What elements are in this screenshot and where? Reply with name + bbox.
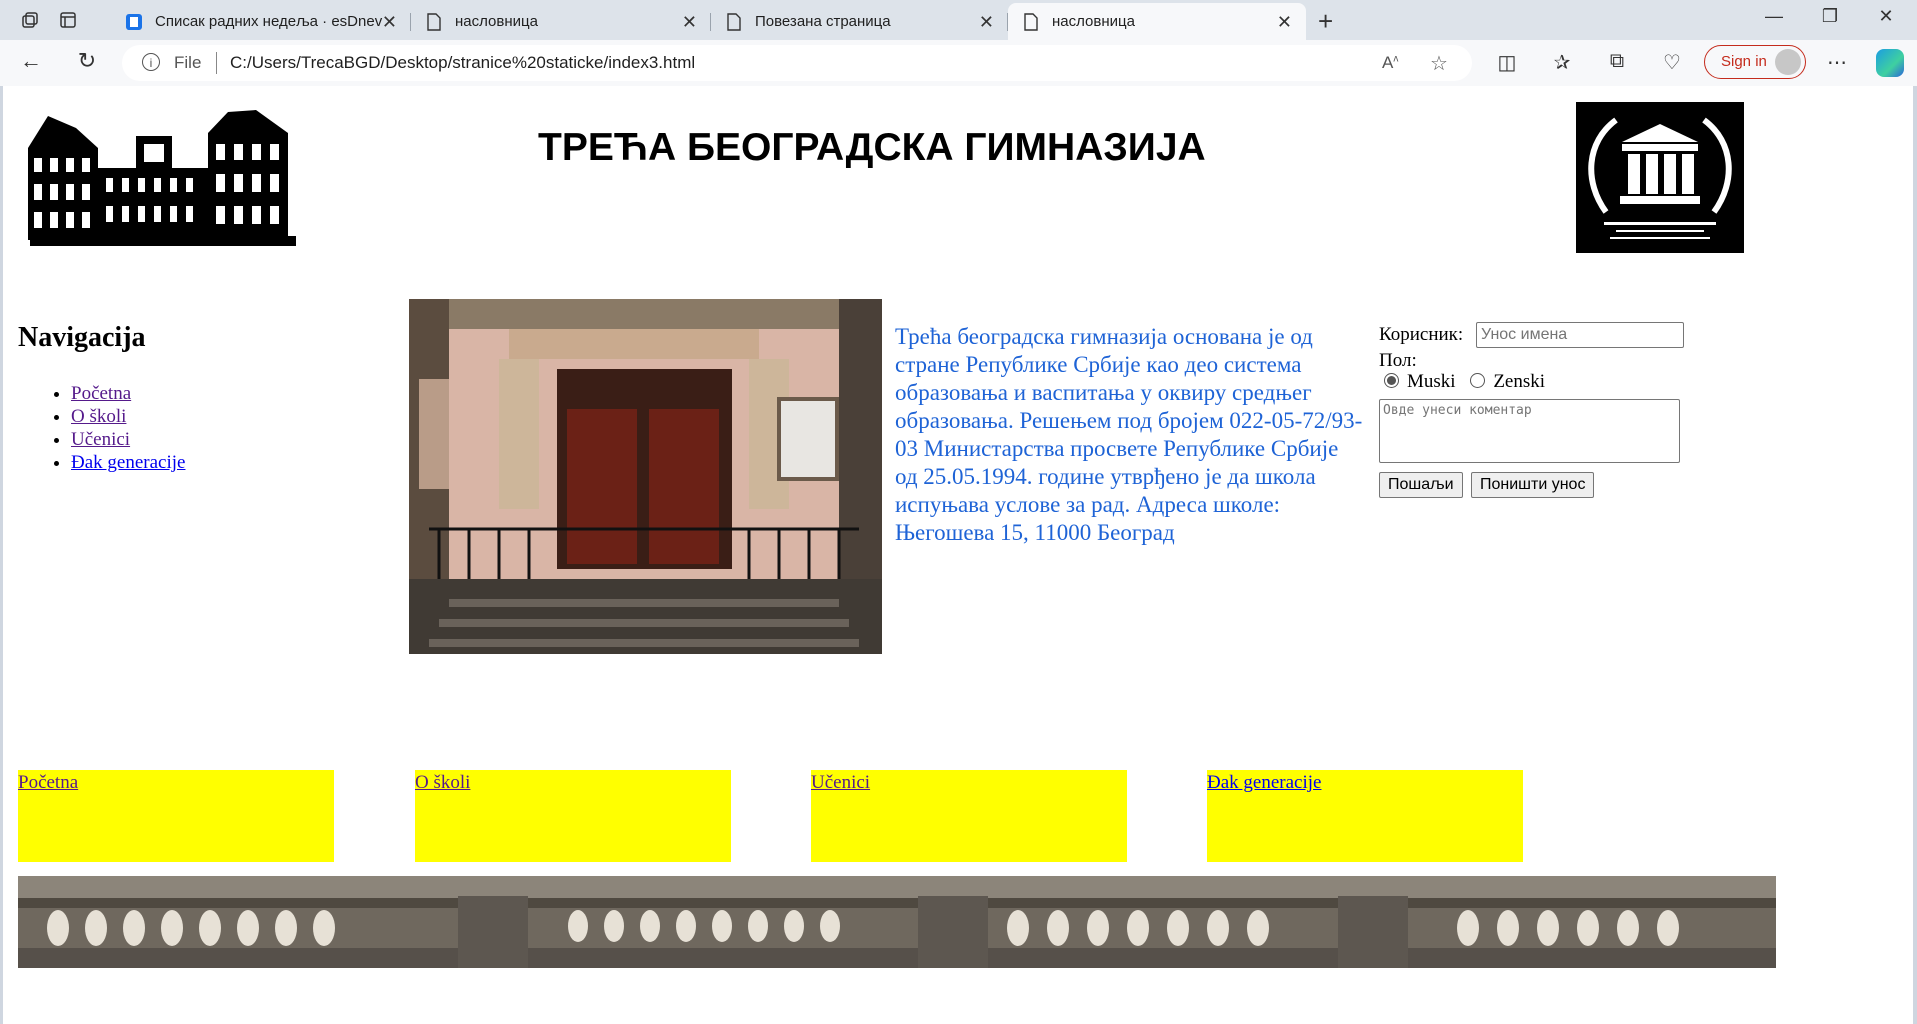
tab-title: насловница bbox=[455, 13, 538, 30]
user-name-input[interactable] bbox=[1476, 322, 1684, 348]
page-icon bbox=[425, 12, 443, 31]
info-icon[interactable]: i bbox=[142, 53, 160, 71]
tab-bar: Списак радних недеља · esDnev ✕ насловни… bbox=[0, 0, 1917, 40]
tab-naslovnica-1[interactable]: насловница ✕ bbox=[411, 3, 711, 40]
close-window-button[interactable]: ✕ bbox=[1866, 6, 1906, 27]
collections-icon[interactable]: ⧉ bbox=[1602, 50, 1632, 73]
close-tab-icon[interactable]: ✕ bbox=[1277, 12, 1292, 33]
address-bar[interactable]: i File C:/Users/TrecaBGD/Desktop/stranic… bbox=[122, 45, 1472, 81]
bottom-box-o-skoli: O školi bbox=[415, 770, 731, 862]
tab-title: Повезана страница bbox=[755, 13, 891, 30]
esdnevnik-icon bbox=[125, 13, 143, 31]
nav-item-pocetna: Početna bbox=[71, 382, 185, 405]
read-aloud-icon[interactable]: Aʌ bbox=[1382, 53, 1398, 73]
page-icon bbox=[725, 12, 743, 31]
gender-option-muski-label: Muski bbox=[1407, 371, 1456, 392]
bottom-box-pocetna: Početna bbox=[18, 770, 334, 862]
favorites-icon[interactable]: ✰ bbox=[1547, 50, 1577, 75]
bottom-link-ucenici[interactable]: Učenici bbox=[811, 772, 870, 794]
balustrade-banner-image bbox=[18, 876, 1776, 968]
user-label: Корисник: bbox=[1379, 324, 1464, 345]
tab-title: насловница bbox=[1052, 13, 1135, 30]
tab-naslovnica-active[interactable]: насловница ✕ bbox=[1008, 3, 1306, 40]
bottom-link-o-skoli[interactable]: O školi bbox=[415, 772, 470, 794]
submit-button[interactable]: Пошаљи bbox=[1379, 472, 1463, 498]
divider bbox=[216, 52, 217, 74]
nav-item-ucenici: Učenici bbox=[71, 428, 185, 451]
address-bar-row: ← ↻ i File C:/Users/TrecaBGD/Desktop/str… bbox=[0, 40, 1917, 86]
scheme-label: File bbox=[174, 53, 202, 72]
school-emblem-logo bbox=[1576, 102, 1744, 253]
nav-item-djak-generacije: Đak generacije bbox=[71, 451, 185, 474]
nav-link-ucenici[interactable]: Učenici bbox=[71, 429, 130, 450]
more-menu-icon[interactable]: ⋯ bbox=[1822, 50, 1852, 75]
page-viewport: ТРЕЋА БЕОГРАДСКА ГИМНАЗИЈА Navigacija Po… bbox=[3, 86, 1913, 1024]
favorite-star-icon[interactable]: ☆ bbox=[1430, 51, 1448, 76]
gender-options: Muski Zenski bbox=[1384, 371, 1545, 393]
sign-in-button[interactable]: Sign in bbox=[1704, 45, 1806, 79]
refresh-button[interactable]: ↻ bbox=[72, 48, 102, 74]
copilot-icon[interactable] bbox=[1876, 49, 1904, 77]
close-tab-icon[interactable]: ✕ bbox=[382, 12, 397, 33]
navigation-list: Početna O školi Učenici Đak generacije bbox=[31, 382, 185, 474]
gender-label: Пол: bbox=[1379, 350, 1417, 371]
split-screen-icon[interactable]: ◫ bbox=[1492, 50, 1522, 75]
tab-esdnevnik[interactable]: Списак радних недеља · esDnev ✕ bbox=[111, 3, 411, 40]
school-entrance-photo bbox=[409, 299, 882, 654]
restore-button[interactable]: ❐ bbox=[1810, 6, 1850, 27]
school-description: Трећа београдска гимназија основана је о… bbox=[895, 324, 1363, 545]
bottom-link-djak-generacije[interactable]: Đak generacije bbox=[1207, 772, 1321, 794]
back-button[interactable]: ← bbox=[16, 48, 46, 74]
tab-povezana-stranica[interactable]: Повезана страница ✕ bbox=[711, 3, 1008, 40]
nav-link-djak-generacije[interactable]: Đak generacije bbox=[71, 452, 185, 473]
gender-radio-muski[interactable] bbox=[1384, 373, 1399, 388]
nav-link-o-skoli[interactable]: O školi bbox=[71, 406, 126, 427]
tab-title: Списак радних недеља · esDnev bbox=[155, 13, 383, 30]
close-tab-icon[interactable]: ✕ bbox=[979, 12, 994, 33]
sign-in-label: Sign in bbox=[1721, 53, 1767, 70]
bottom-box-djak-generacije: Đak generacije bbox=[1207, 770, 1523, 862]
nav-link-pocetna[interactable]: Početna bbox=[71, 383, 131, 404]
new-tab-button[interactable]: + bbox=[1318, 6, 1333, 37]
page-icon bbox=[1022, 12, 1040, 31]
bottom-box-ucenici: Učenici bbox=[811, 770, 1127, 862]
bottom-link-pocetna[interactable]: Početna bbox=[18, 772, 78, 794]
close-tab-icon[interactable]: ✕ bbox=[682, 12, 697, 33]
url-text[interactable]: C:/Users/TrecaBGD/Desktop/stranice%20sta… bbox=[230, 53, 695, 73]
comment-textarea[interactable] bbox=[1379, 399, 1680, 463]
page-title: ТРЕЋА БЕОГРАДСКА ГИМНАЗИЈА bbox=[538, 126, 1206, 169]
workspaces-icon[interactable] bbox=[18, 8, 42, 32]
user-row: Корисник: bbox=[1379, 324, 1463, 346]
gender-option-zenski-label: Zenski bbox=[1493, 371, 1546, 392]
avatar bbox=[1775, 49, 1801, 75]
navigation-heading: Navigacija bbox=[18, 322, 146, 353]
tab-actions-icon[interactable] bbox=[56, 8, 80, 32]
minimize-button[interactable]: — bbox=[1754, 6, 1794, 27]
reset-button[interactable]: Поништи унос bbox=[1471, 472, 1595, 498]
nav-item-o-skoli: O školi bbox=[71, 405, 185, 428]
gender-radio-zenski[interactable] bbox=[1470, 373, 1486, 388]
school-building-logo bbox=[28, 110, 296, 246]
browser-essentials-icon[interactable]: ♡ bbox=[1657, 50, 1687, 75]
